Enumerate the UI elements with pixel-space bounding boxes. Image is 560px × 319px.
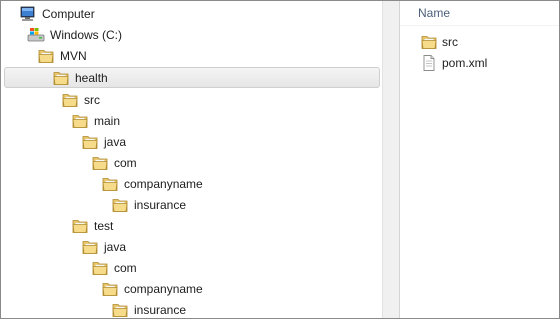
folder-icon (81, 239, 99, 255)
tree-item-label: health (75, 70, 108, 85)
folder-icon (420, 34, 438, 50)
tree-item-label: Windows (C:) (50, 27, 123, 42)
folder-icon (81, 134, 99, 150)
navigation-scrollbar[interactable] (382, 1, 400, 318)
tree-item-label: src (84, 92, 100, 107)
folder-icon (101, 176, 119, 192)
file-item-0[interactable]: src (420, 33, 458, 51)
folder-icon (71, 113, 89, 129)
tree-item-9[interactable]: insurance (3, 194, 382, 215)
tree-item-2[interactable]: MVN (3, 45, 382, 66)
tree-item-label: java (104, 239, 127, 254)
tree-item-6[interactable]: java (3, 131, 382, 152)
header-divider (400, 25, 559, 26)
tree-item-label: com (114, 260, 137, 275)
tree-item-0[interactable]: Computer (3, 3, 382, 24)
tree-item-8[interactable]: companyname (3, 173, 382, 194)
computer-icon (19, 6, 37, 22)
tree-item-11[interactable]: java (3, 236, 382, 257)
folder-icon (37, 48, 55, 64)
drive-icon (27, 27, 45, 43)
explorer-window: Computer Windows (C:) MVN health src main java… (0, 0, 560, 319)
name-column-header[interactable]: Name (418, 6, 450, 20)
file-item-label: pom.xml (442, 56, 488, 70)
tree-item-14[interactable]: insurance (3, 299, 382, 318)
tree-item-label: test (94, 218, 114, 233)
tree-item-1[interactable]: Windows (C:) (3, 24, 382, 45)
tree-item-4[interactable]: src (3, 89, 382, 110)
tree-item-label: insurance (134, 197, 187, 212)
file-list-pane: Name src pom.xml (400, 1, 559, 318)
folder-icon (111, 302, 129, 318)
tree-item-label: Computer (42, 6, 95, 21)
folder-icon (71, 218, 89, 234)
tree-item-3[interactable]: health (4, 67, 380, 88)
folder-icon (91, 155, 109, 171)
tree-item-label: main (94, 113, 121, 128)
tree-item-label: insurance (134, 302, 187, 317)
folder-icon (52, 70, 70, 86)
tree-item-label: com (114, 155, 137, 170)
file-item-1[interactable]: pom.xml (420, 54, 487, 72)
tree-item-label: companyname (124, 281, 203, 296)
tree-item-label: MVN (60, 48, 87, 63)
tree-item-7[interactable]: com (3, 152, 382, 173)
file-item-label: src (442, 35, 458, 49)
tree-item-12[interactable]: com (3, 257, 382, 278)
tree-item-13[interactable]: companyname (3, 278, 382, 299)
folder-icon (61, 92, 79, 108)
tree-item-10[interactable]: test (3, 215, 382, 236)
tree-item-label: java (104, 134, 127, 149)
navigation-pane: Computer Windows (C:) MVN health src main java… (1, 1, 382, 318)
tree-item-label: companyname (124, 176, 203, 191)
file-icon (420, 55, 438, 71)
folder-icon (111, 197, 129, 213)
folder-icon (91, 260, 109, 276)
folder-icon (101, 281, 119, 297)
tree-item-5[interactable]: main (3, 110, 382, 131)
